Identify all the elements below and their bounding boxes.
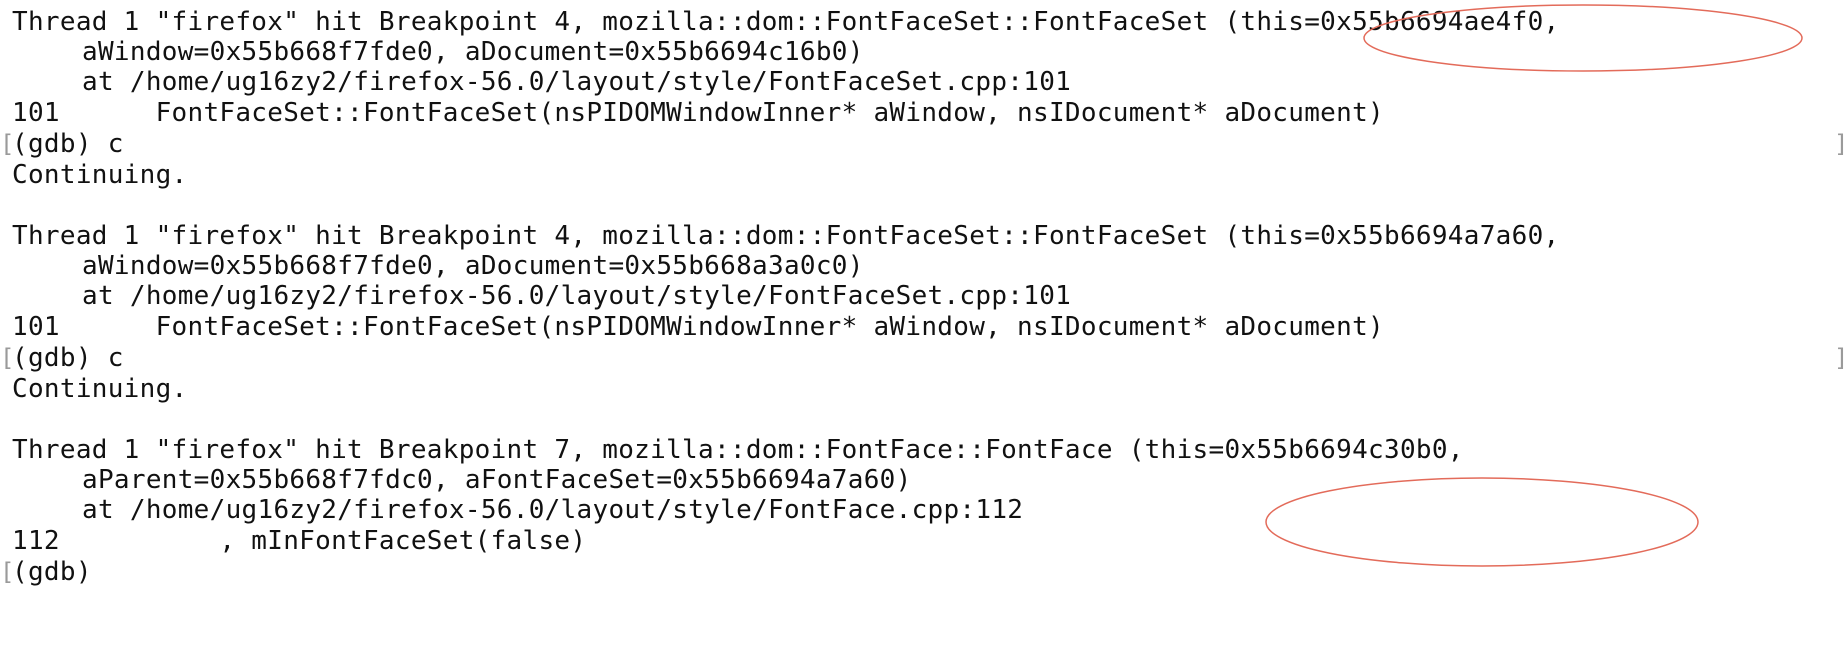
prompt-bracket-right: ] bbox=[1834, 130, 1848, 158]
gdb-output-line: 112 , mInFontFaceSet(false) bbox=[12, 526, 587, 556]
annotation-ellipse-2 bbox=[1265, 477, 1699, 567]
gdb-output-line: Continuing. bbox=[12, 160, 188, 190]
gdb-output-line: Continuing. bbox=[12, 374, 188, 404]
gdb-output-line: 101 FontFaceSet::FontFaceSet(nsPIDOMWind… bbox=[12, 312, 1384, 342]
gdb-prompt-line: (gdb) bbox=[12, 557, 92, 587]
gdb-output-line: 101 FontFaceSet::FontFaceSet(nsPIDOMWind… bbox=[12, 98, 1384, 128]
prompt-bracket-right: ] bbox=[1834, 344, 1848, 372]
terminal-output[interactable]: Thread 1 "firefox" hit Breakpoint 4, moz… bbox=[0, 0, 1848, 666]
